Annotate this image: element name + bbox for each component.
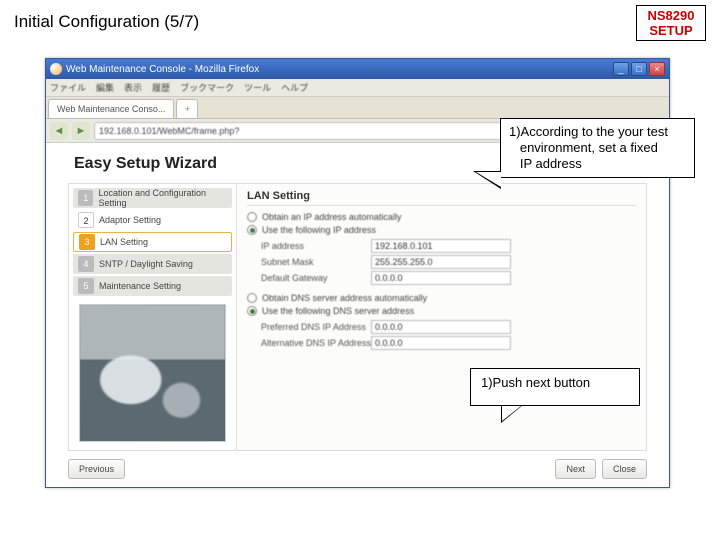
ip-input[interactable] [371,239,511,253]
browser-menubar: ファイル 編集 表示 履歴 ブックマーク ツール ヘルプ [46,79,669,97]
menu-item[interactable]: 編集 [96,81,114,94]
close-wizard-button[interactable]: Close [602,459,647,479]
browser-tab[interactable]: Web Maintenance Conso... [48,99,174,118]
maximize-button[interactable]: □ [631,62,647,76]
forward-button[interactable]: ► [72,122,90,140]
dns-field-block: Preferred DNS IP Address Alternative DNS… [261,320,636,350]
close-button[interactable]: × [649,62,665,76]
step-label: LAN Setting [100,237,148,247]
menu-item[interactable]: ブックマーク [180,81,234,94]
setup-badge: NS8290 SETUP [636,5,706,41]
dns2-label: Alternative DNS IP Address [261,338,371,348]
radio-label: Use the following DNS server address [262,306,414,316]
step-label: SNTP / Daylight Saving [99,259,193,269]
gateway-label: Default Gateway [261,273,371,283]
dns1-input[interactable] [371,320,511,334]
menu-item[interactable]: ファイル [50,81,86,94]
radio-label: Use the following IP address [262,225,376,235]
mask-label: Subnet Mask [261,257,371,267]
wizard-pane: LAN Setting Obtain an IP address automat… [237,184,646,450]
ip-label: IP address [261,241,371,251]
step-number: 3 [79,234,95,250]
radio-label: Obtain DNS server address automatically [262,293,427,303]
step-label: Maintenance Setting [99,281,181,291]
browser-titlebar: Web Maintenance Console - Mozilla Firefo… [46,59,669,79]
step-number: 1 [78,190,93,206]
wizard-step-1[interactable]: 1 Location and Configuration Setting [73,188,232,208]
gateway-input[interactable] [371,271,511,285]
radio-icon [247,212,257,222]
page-content: Easy Setup Wizard 1 Location and Configur… [46,143,669,487]
callout-push-next: 1)Push next button [470,368,640,406]
wizard-title: Easy Setup Wizard [74,155,217,173]
wizard-step-5[interactable]: 5 Maintenance Setting [73,276,232,296]
new-tab-button[interactable]: + [176,99,198,118]
radio-obtain-dns[interactable]: Obtain DNS server address automatically [247,293,636,303]
slide-title: Initial Configuration (5/7) [14,12,199,32]
next-button[interactable]: Next [555,459,596,479]
window-title: Web Maintenance Console - Mozilla Firefo… [66,64,259,75]
radio-fixed-dns[interactable]: Use the following DNS server address [247,306,636,316]
radio-obtain-ip[interactable]: Obtain an IP address automatically [247,212,636,222]
callout-tail-icon [501,405,523,423]
radio-label: Obtain an IP address automatically [262,212,401,222]
wizard-illustration [79,304,226,442]
menu-item[interactable]: 表示 [124,81,142,94]
badge-line1: NS8290 [637,8,705,23]
radio-icon [247,306,257,316]
dns1-label: Preferred DNS IP Address [261,322,371,332]
pane-title: LAN Setting [247,190,636,206]
back-button[interactable]: ◄ [50,122,68,140]
radio-fixed-ip[interactable]: Use the following IP address [247,225,636,235]
wizard-steps: 1 Location and Configuration Setting 2 Ada… [69,184,237,450]
wizard-step-2[interactable]: 2 Adaptor Setting [73,210,232,230]
wizard-body: 1 Location and Configuration Setting 2 Ada… [68,183,647,451]
step-label: Location and Configuration Setting [98,188,232,208]
dns2-input[interactable] [371,336,511,350]
wizard-button-bar: Previous Next Close [68,457,647,481]
menu-item[interactable]: 履歴 [152,81,170,94]
callout-set-ip: 1)According to the your test environment… [500,118,695,178]
callout-tail-icon [473,171,501,189]
previous-button[interactable]: Previous [68,459,125,479]
step-number: 2 [78,212,94,228]
browser-tabstrip: Web Maintenance Conso... + [46,97,669,119]
wizard-step-4[interactable]: 4 SNTP / Daylight Saving [73,254,232,274]
wizard-step-3[interactable]: 3 LAN Setting [73,232,232,252]
step-label: Adaptor Setting [99,215,161,225]
radio-icon [247,225,257,235]
ip-field-block: IP address Subnet Mask Default Gateway [261,239,636,285]
menu-item[interactable]: ツール [244,81,271,94]
minimize-button[interactable]: _ [613,62,629,76]
menu-item[interactable]: ヘルプ [281,81,308,94]
callout-text: 1)According to the your test environment… [509,124,668,171]
callout-text: 1)Push next button [481,375,590,390]
badge-line2: SETUP [637,23,705,38]
step-number: 4 [78,256,94,272]
firefox-icon [50,63,62,75]
mask-input[interactable] [371,255,511,269]
radio-icon [247,293,257,303]
step-number: 5 [78,278,94,294]
